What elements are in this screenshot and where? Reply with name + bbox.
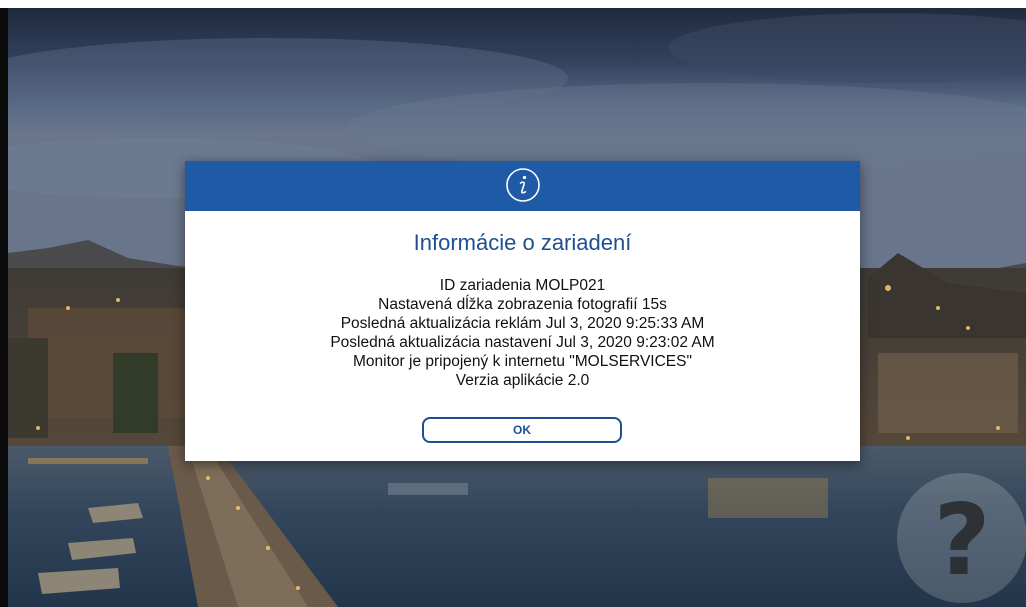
device-info-dialog: Informácie o zariadení ID zariadenia MOL… xyxy=(185,161,860,461)
ok-button[interactable]: OK xyxy=(422,417,622,443)
question-mark-icon: ? xyxy=(933,484,991,598)
network-status-line: Monitor je pripojený k internetu "MOLSER… xyxy=(353,353,692,370)
photo-duration-line: Nastavená dĺžka zobrazenia fotografií 15… xyxy=(378,296,667,313)
ads-update-line: Posledná aktualizácia reklám Jul 3, 2020… xyxy=(340,315,705,332)
settings-update-line: Posledná aktualizácia nastavení Jul 3, 2… xyxy=(330,334,715,351)
dialog-header xyxy=(185,161,860,211)
app-version-line: Verzia aplikácie 2.0 xyxy=(455,372,590,389)
help-button[interactable]: ? xyxy=(897,473,1026,603)
left-edge-bar xyxy=(0,8,8,607)
dialog-title: Informácie o zariadení xyxy=(413,230,632,255)
device-info-list: ID zariadenia MOLP021 Nastavená dĺžka zo… xyxy=(185,276,860,390)
screen: ? Informácie o zariadení ID zariadenia M… xyxy=(0,0,1026,607)
info-icon xyxy=(506,168,540,202)
device-id-line: ID zariadenia MOLP021 xyxy=(439,277,606,294)
